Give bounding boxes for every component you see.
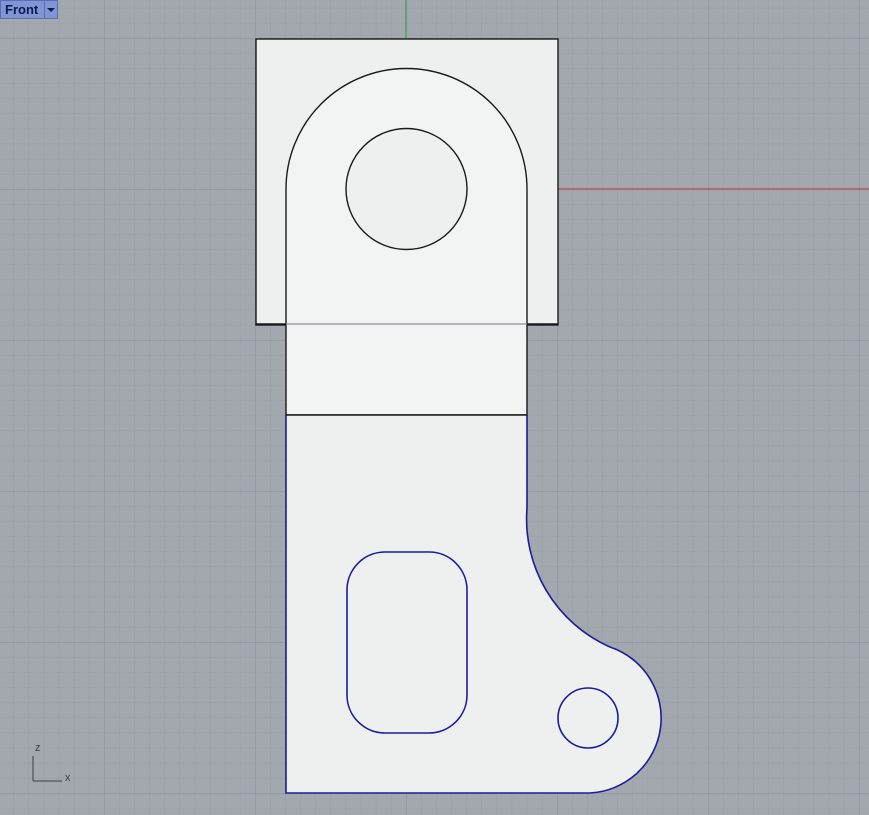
- front-viewport[interactable]: z x Front: [0, 0, 869, 815]
- small-hole[interactable]: [557, 687, 619, 749]
- rounded-slot[interactable]: [346, 551, 468, 734]
- axis-label-x: x: [65, 772, 71, 784]
- viewport-canvas[interactable]: [0, 0, 869, 815]
- axis-label-z: z: [35, 742, 41, 754]
- viewport-name[interactable]: Front: [1, 1, 44, 18]
- viewport-title-tab[interactable]: Front: [0, 0, 59, 19]
- pivot-hole[interactable]: [345, 127, 468, 251]
- chevron-down-icon[interactable]: [44, 1, 57, 18]
